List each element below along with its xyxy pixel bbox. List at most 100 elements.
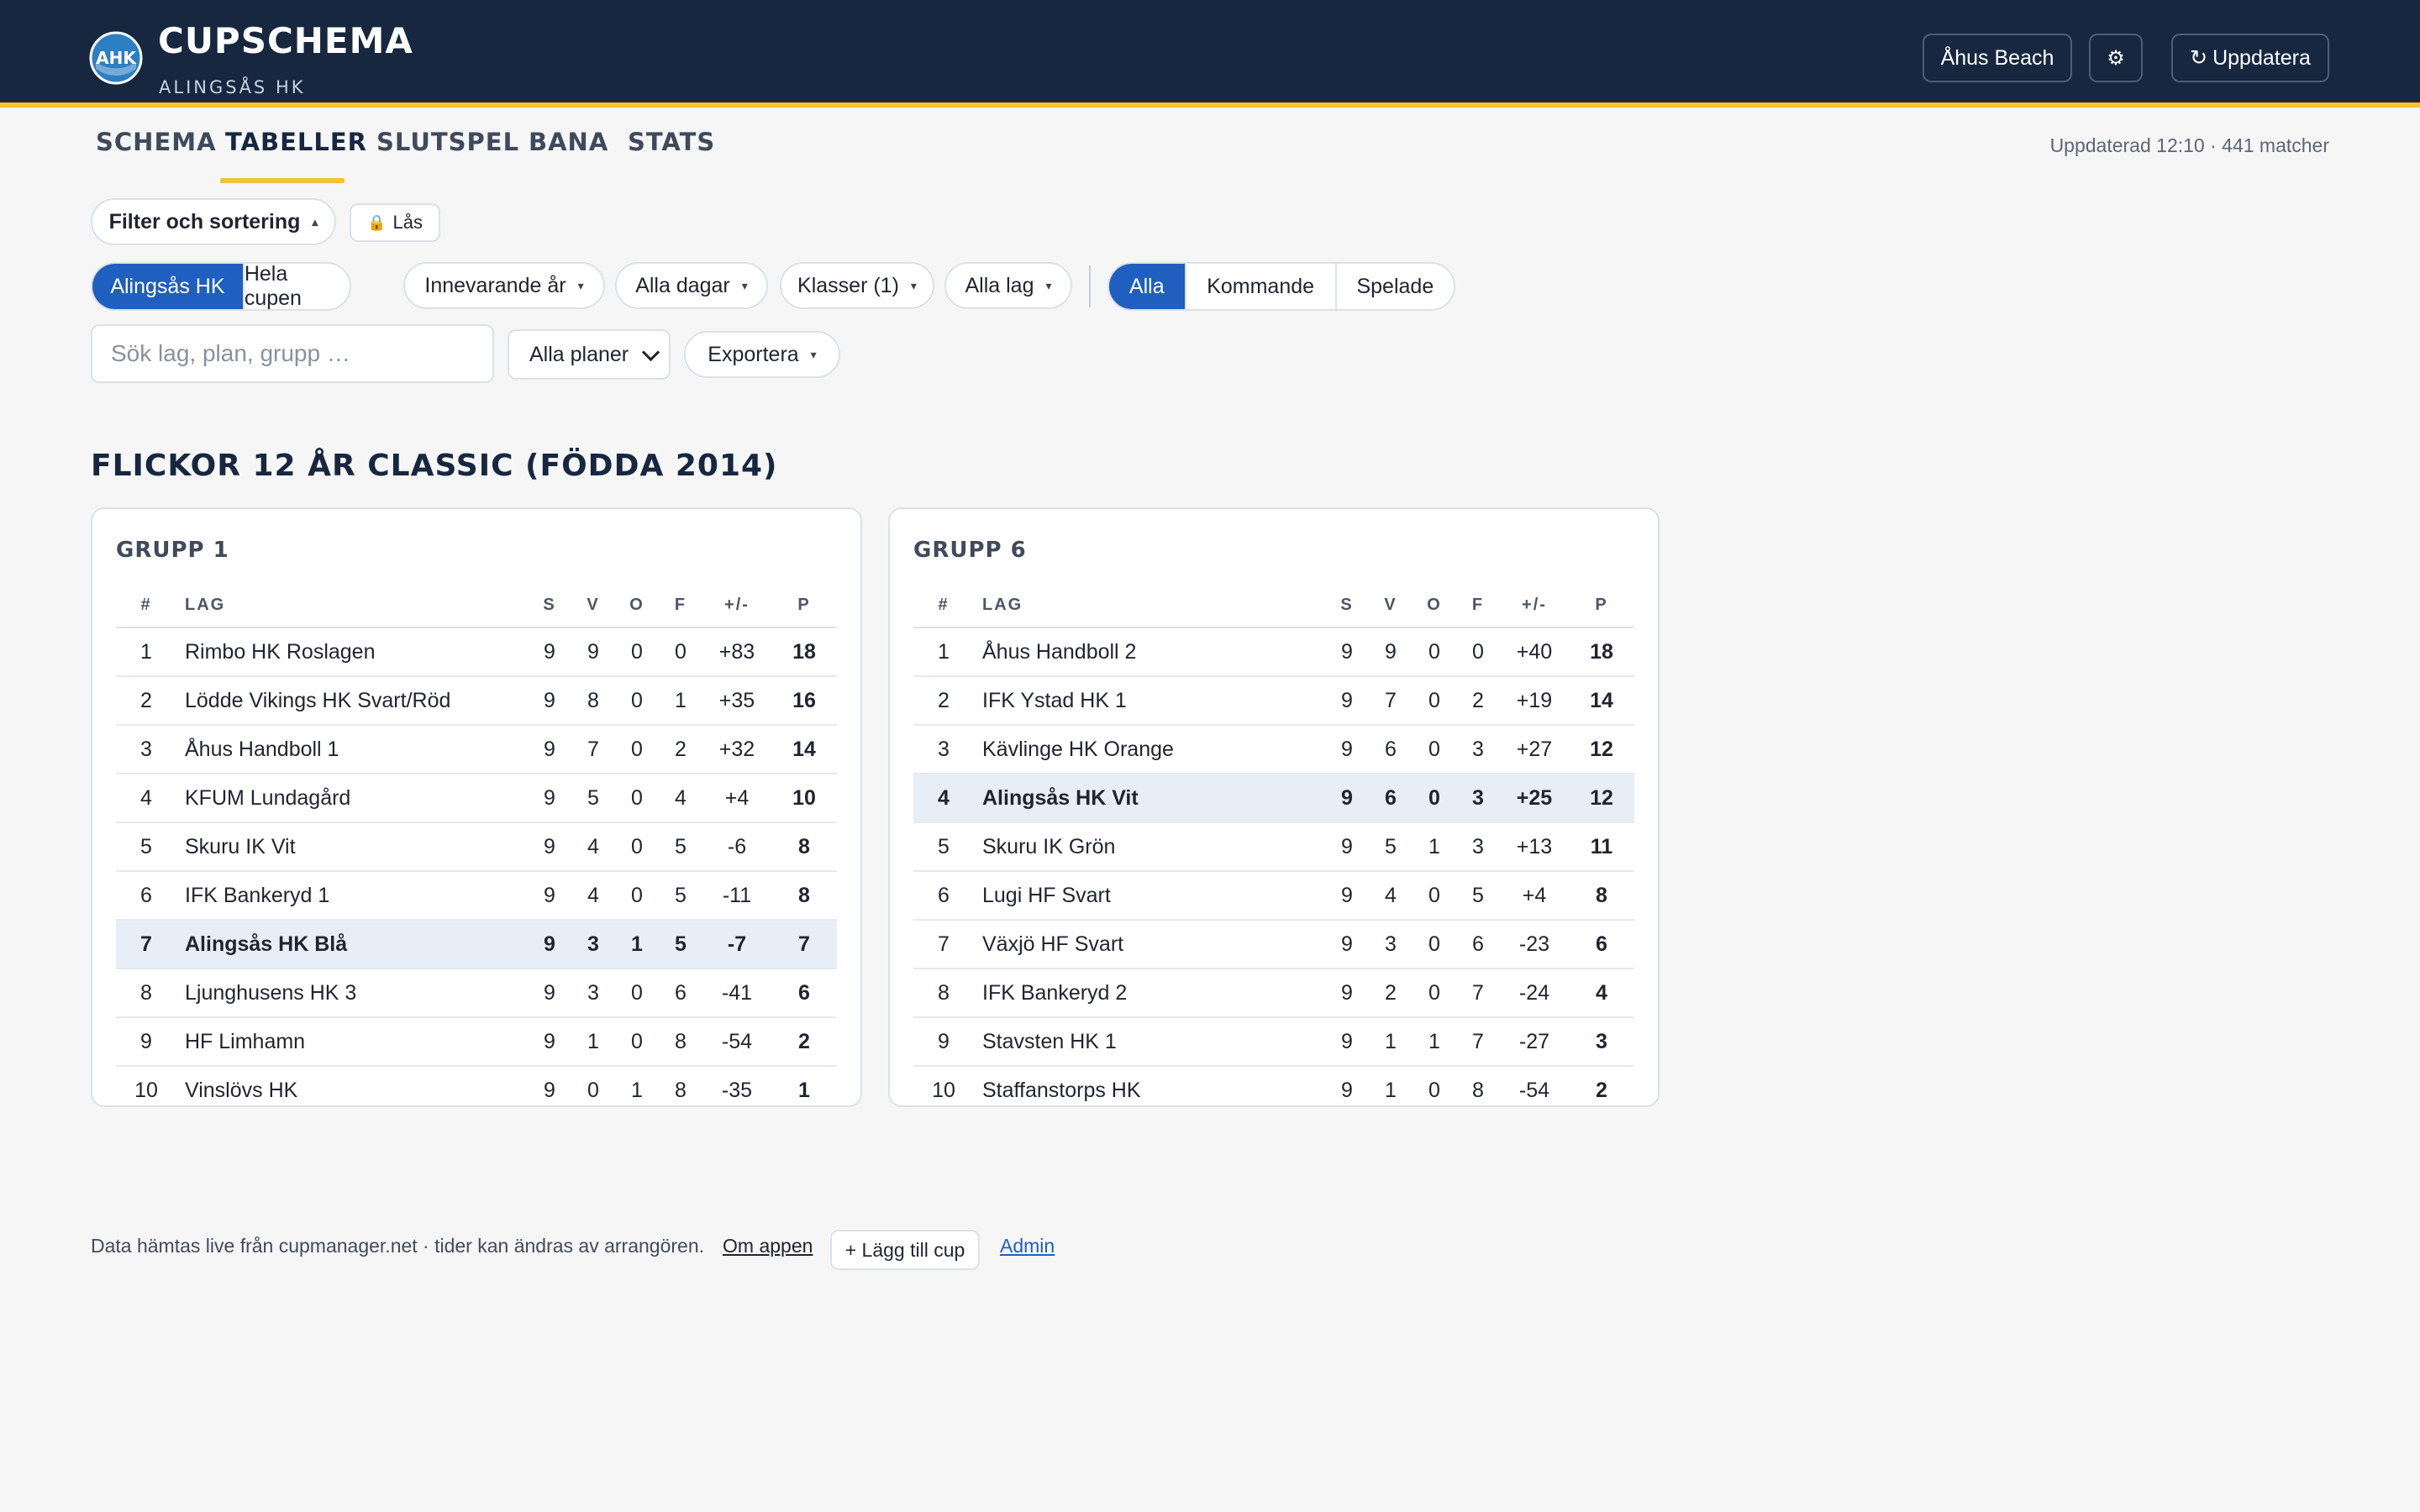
row-won: 1	[1369, 1017, 1413, 1067]
row-lost: 5	[659, 920, 702, 969]
row-goal-diff: -54	[702, 1017, 771, 1067]
day-filter[interactable]: Alla dagar ▾	[615, 262, 768, 309]
row-draw: 1	[1413, 1017, 1456, 1067]
pitch-select[interactable]: Alla planer	[508, 329, 671, 380]
add-cup-label: + Lägg till cup	[844, 1238, 965, 1261]
team-filter[interactable]: Alla lag ▾	[944, 262, 1072, 309]
row-draw: 0	[615, 725, 659, 774]
row-lost: 2	[659, 725, 702, 774]
row-position: 10	[932, 1078, 955, 1102]
row-draw: 0	[615, 627, 659, 677]
row-position: 6	[116, 871, 176, 921]
row-points: 14	[1569, 676, 1634, 726]
standings-table: # LAG S V O F +/- P 1 Åhus Handboll 29900…	[913, 583, 1634, 1114]
row-team: Stavsten HK 1	[974, 1017, 1325, 1067]
admin-link[interactable]: Admin	[1000, 1235, 1055, 1257]
tab-slutspel[interactable]: SLUTSPEL	[376, 128, 519, 156]
row-draw: 0	[1428, 1078, 1440, 1102]
row-team: Växjö HF Svart	[974, 920, 1325, 969]
row-points: 2	[771, 1017, 837, 1067]
row-position: 2	[913, 676, 974, 726]
row-draw: 1	[631, 1078, 643, 1102]
row-team: Lugi HF Svart	[974, 871, 1325, 921]
year-filter[interactable]: Innevarande år ▾	[403, 262, 605, 309]
row-draw: 0	[1413, 725, 1456, 774]
row-won: 4	[571, 822, 615, 872]
col-lost: F	[659, 583, 702, 628]
row-position: 1	[116, 627, 176, 677]
row-lost: 8	[675, 1078, 687, 1102]
refresh-button[interactable]: ↻ Uppdatera	[2171, 34, 2329, 82]
row-lost: 7	[1456, 969, 1500, 1018]
row-draw: 0	[615, 871, 659, 921]
search-placeholder: Sök lag, plan, grupp …	[111, 340, 350, 366]
refresh-icon: ↻	[2190, 46, 2208, 70]
row-team: Lödde Vikings HK Svart/Röd	[176, 676, 528, 726]
row-goal-diff: +25	[1500, 774, 1569, 823]
team-filter-label: Alla lag	[965, 273, 1034, 297]
class-filter[interactable]: Klasser (1) ▾	[780, 262, 934, 309]
year-filter-label: Innevarande år	[424, 273, 566, 297]
row-points: 7	[771, 920, 837, 969]
status-option-upcoming[interactable]: Kommande	[1186, 264, 1337, 309]
scope-option-club[interactable]: Alingsås HK	[92, 264, 245, 309]
row-lost: 3	[1456, 774, 1500, 823]
caret-up-icon: ▴	[312, 214, 318, 228]
row-points: 12	[1569, 774, 1634, 823]
search-input[interactable]: Sök lag, plan, grupp …	[91, 324, 494, 383]
col-position: #	[913, 583, 974, 628]
caret-down-icon: ▾	[741, 278, 748, 292]
row-position: 5	[913, 822, 974, 872]
tab-schema[interactable]: SCHEMA	[96, 128, 217, 156]
row-won: 3	[1369, 920, 1413, 969]
row-team: Rimbo HK Roslagen	[176, 627, 528, 677]
row-lost: 6	[1456, 920, 1500, 969]
row-team: Ljunghusens HK 3	[176, 969, 528, 1018]
table-row: 8 IFK Bankeryd 2 9 2 0 7 -24 4	[913, 969, 1634, 1018]
scope-option-all[interactable]: Hela cupen	[245, 264, 350, 309]
row-goal-diff: -54	[1518, 1078, 1550, 1102]
tab-bana[interactable]: BANA	[529, 128, 608, 156]
settings-button[interactable]: ⚙	[2089, 34, 2143, 82]
status-option-all[interactable]: Alla	[1109, 264, 1186, 309]
filter-sort-toggle[interactable]: Filter och sortering ▴	[91, 198, 336, 245]
row-draw: 0	[1413, 676, 1456, 726]
row-position: 5	[116, 822, 176, 872]
row-played: 9	[1325, 871, 1369, 921]
tab-stats[interactable]: STATS	[628, 128, 715, 156]
table-row: 9 HF Limhamn 9 1 0 8 -54 2	[116, 1017, 837, 1067]
app-title: CUPSCHEMA	[158, 20, 413, 61]
row-draw: 0	[1413, 969, 1456, 1018]
row-played: 9	[1325, 725, 1369, 774]
row-played: 9	[528, 871, 571, 921]
group-title: GRUPP 1	[116, 538, 229, 563]
row-position: 8	[116, 969, 176, 1018]
club-logo: AHK	[89, 31, 143, 85]
group-card: GRUPP 1 # LAG S V O F +/- P 1 Rimbo HK Ro…	[91, 507, 862, 1107]
row-team: KFUM Lundagård	[176, 774, 528, 823]
row-draw: 0	[1413, 871, 1456, 921]
refresh-label: Uppdatera	[2212, 45, 2311, 70]
row-team: Åhus Handboll 1	[176, 725, 528, 774]
row-goal-diff: -11	[702, 871, 771, 921]
table-row: 2 Lödde Vikings HK Svart/Röd 9 8 0 1 +35 16	[116, 676, 837, 726]
tab-tabeller[interactable]: TABELLER	[225, 128, 367, 156]
row-lost: 7	[1456, 1017, 1500, 1067]
add-cup-button[interactable]: + Lägg till cup	[830, 1230, 980, 1270]
row-won: 1	[571, 1017, 615, 1067]
table-row: 5 Skuru IK Grön 9 5 1 3 +13 11	[913, 822, 1634, 872]
row-played: 9	[528, 725, 571, 774]
row-team: Kävlinge HK Orange	[974, 725, 1325, 774]
export-label: Exportera	[708, 342, 799, 366]
lock-button[interactable]: 🔒 Lås	[350, 203, 440, 242]
row-points: 18	[1569, 627, 1634, 677]
export-button[interactable]: Exportera ▾	[684, 331, 840, 378]
cup-select-button[interactable]: Åhus Beach	[1923, 34, 2072, 82]
row-draw: 1	[1413, 822, 1456, 872]
table-row: 4 KFUM Lundagård 9 5 0 4 +4 10	[116, 774, 837, 823]
col-goal-diff: +/-	[1500, 583, 1569, 628]
row-lost: 5	[659, 822, 702, 872]
status-option-played[interactable]: Spelade	[1337, 264, 1454, 309]
row-won: 2	[1369, 969, 1413, 1018]
about-link[interactable]: Om appen	[723, 1235, 813, 1257]
